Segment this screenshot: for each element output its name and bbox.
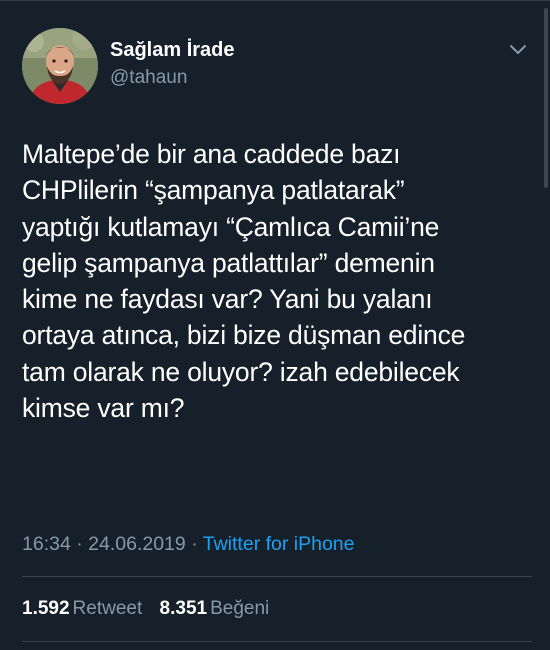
chevron-down-icon[interactable] bbox=[508, 42, 528, 56]
divider bbox=[22, 641, 532, 642]
tweet-header: Sağlam İrade @tahaun bbox=[22, 24, 532, 104]
author-block[interactable]: Sağlam İrade @tahaun bbox=[110, 38, 235, 90]
tweet-text: Maltepe’de bir ana caddede bazı CHPliler… bbox=[22, 139, 466, 424]
retweets-stat[interactable]: 1.592 Retweet bbox=[22, 598, 142, 619]
tweet-source-link[interactable]: Twitter for iPhone bbox=[203, 533, 355, 555]
scrollbar[interactable] bbox=[544, 8, 548, 188]
username[interactable]: @tahaun bbox=[110, 66, 235, 90]
retweets-label: Retweet bbox=[72, 598, 143, 619]
top-divider bbox=[0, 0, 550, 1]
likes-label: Beğeni bbox=[210, 598, 270, 619]
meta-separator: · bbox=[76, 533, 83, 555]
likes-stat[interactable]: 8.351 Beğeni bbox=[160, 598, 270, 619]
avatar-image bbox=[22, 28, 98, 104]
likes-count: 8.351 bbox=[159, 598, 208, 619]
avatar[interactable] bbox=[22, 28, 98, 104]
tweet-date[interactable]: 24.06.2019 bbox=[88, 533, 186, 555]
display-name[interactable]: Sağlam İrade bbox=[110, 38, 235, 62]
tweet-time[interactable]: 16:34 bbox=[22, 533, 71, 555]
retweets-count: 1.592 bbox=[22, 598, 70, 619]
tweet-detail-view: Sağlam İrade @tahaun Maltepe’de bir ana … bbox=[0, 0, 550, 650]
engagement-stats: 1.592 Retweet 8.351 Beğeni bbox=[22, 597, 281, 621]
tweet-meta: 16:34 · 24.06.2019 · Twitter for iPhone bbox=[22, 532, 355, 556]
divider bbox=[22, 576, 532, 577]
meta-separator: · bbox=[191, 533, 198, 555]
